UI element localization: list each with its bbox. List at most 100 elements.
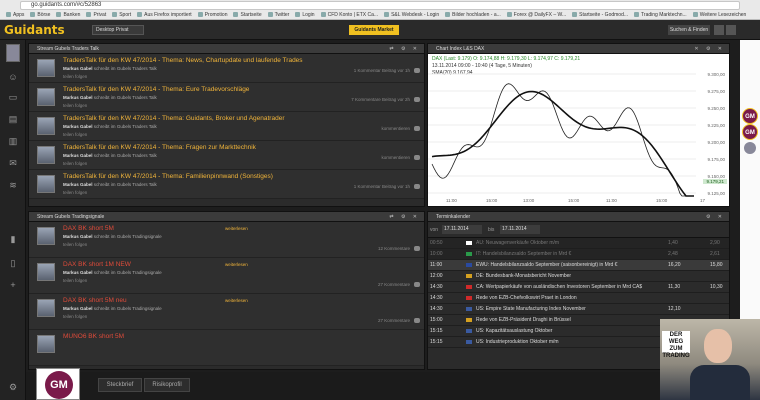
bookmark-item[interactable]: Forex @ DailyFX – W... [507, 11, 566, 20]
post-stream[interactable]: Gubels Traders Talk [117, 124, 157, 129]
panel-controls-icon[interactable]: ✕ ⚙ ✕ [694, 44, 725, 54]
avatar[interactable] [37, 146, 55, 164]
post-author[interactable]: Markus Gabel [63, 66, 93, 71]
table-row[interactable]: 11:00 EWU: Handelsbilanzsaldo September (… [428, 260, 729, 271]
add-icon[interactable]: + [6, 280, 20, 290]
post-title[interactable]: TradersTalk für den KW 47/2014 - Thema: … [63, 86, 249, 93]
event-name[interactable]: US: Industrieproduktion Oktober m/m [476, 337, 559, 348]
post-actions[interactable]: teilen folgen [63, 103, 87, 108]
post-author[interactable]: Markus Gabel [63, 153, 93, 158]
comment-icon[interactable] [414, 246, 420, 251]
comment-icon[interactable] [414, 184, 420, 189]
post-actions[interactable]: teilen folgen [63, 242, 87, 247]
table-row[interactable]: 12:00 DE: Bundesbank-Monatsbericht Novemb… [428, 271, 729, 282]
document-icon[interactable]: ▤ [6, 114, 20, 124]
post-title[interactable]: TradersTalk für den KW 47/2014 - Thema: … [63, 57, 303, 64]
guidants-market-button[interactable]: Guidants Market [349, 25, 399, 35]
event-name[interactable]: IT: Handelsbilanzsaldo September in Mrd … [476, 249, 571, 260]
avatar[interactable] [37, 335, 55, 353]
post-stream[interactable]: Gubels Traders Talk [117, 182, 157, 187]
bookmark-item[interactable]: Twitter [268, 11, 290, 20]
post-stream[interactable]: Gubels Tradingsignale [117, 234, 162, 239]
event-name[interactable]: US: Empire State Manufacturing Index Nov… [476, 304, 586, 315]
signal-title[interactable]: DAX BK short 1M NEW [63, 261, 131, 268]
user-avatar[interactable] [6, 44, 20, 62]
to-date-input[interactable]: 17.11.2014 [500, 225, 540, 234]
monitor-icon[interactable]: ▭ [6, 92, 20, 102]
comment-icon[interactable] [414, 126, 420, 131]
post-stats[interactable]: 12 Kommentare [378, 246, 410, 251]
event-name[interactable]: EWU: Handelsbilanzsaldo September (saiso… [476, 260, 617, 271]
avatar[interactable] [37, 263, 55, 281]
signal-icon[interactable]: ≋ [6, 180, 20, 190]
event-name[interactable]: DE: Bundesbank-Monatsbericht November [476, 271, 571, 282]
post-author[interactable]: Markus Gabel [63, 124, 93, 129]
post-actions[interactable]: teilen folgen [63, 74, 87, 79]
signal-title[interactable]: DAX BK short 5M [63, 225, 114, 232]
people-icon[interactable]: ☺ [6, 72, 20, 82]
list-item[interactable]: TradersTalk für den KW 47/2014 - Thema: … [29, 170, 424, 199]
guidants-logo[interactable]: Guidants [4, 23, 65, 37]
settings-icon[interactable] [726, 25, 736, 35]
avatar[interactable] [37, 175, 55, 193]
post-author[interactable]: Markus Gabel [63, 95, 93, 100]
list-item[interactable]: TradersTalk für den KW 47/2014 - Thema: … [29, 54, 424, 83]
bookmark-item[interactable]: Weitere Lesezeichen [693, 11, 747, 20]
avatar[interactable] [37, 117, 55, 135]
bookmark-item[interactable]: Login [295, 11, 314, 20]
post-actions[interactable]: teilen folgen [63, 314, 87, 319]
comment-icon[interactable] [414, 97, 420, 102]
bookmark-item[interactable]: Startseite [233, 11, 261, 20]
post-stats[interactable]: 27 Kommentare [378, 318, 410, 323]
signal-title[interactable]: DAX BK short 5M neu [63, 297, 127, 304]
post-title[interactable]: TradersTalk für den KW 47/2014 - Thema: … [63, 115, 284, 122]
panel-controls-icon[interactable]: ⇄ ⚙ ✕ [389, 44, 420, 54]
gm-badge-icon[interactable]: GM [742, 108, 758, 124]
avatar[interactable] [37, 299, 55, 317]
bookmark-icon[interactable]: ▮ [6, 234, 20, 244]
comment-icon[interactable] [414, 155, 420, 160]
table-row[interactable]: 14:30 Rede von EZB-Chefvolkswirt Praet in… [428, 293, 729, 304]
list-item[interactable]: DAX BK short 1M NEW weiterlesen Markus Gab… [29, 258, 424, 294]
bookmark-outline-icon[interactable]: ▯ [6, 258, 20, 268]
bookmark-item[interactable]: Banken [56, 11, 80, 20]
comment-icon[interactable] [414, 282, 420, 287]
event-name[interactable]: US: Kapazitätsauslastung Oktober [476, 326, 552, 337]
post-stats[interactable]: 1 Kommentar Beitrag vor 1h [354, 184, 410, 189]
event-name[interactable]: Rede von EZB-Chefvolkswirt Praet in Lond… [476, 293, 577, 304]
bookmark-item[interactable]: CFD Konto | ETX Ca... [321, 11, 378, 20]
bookmark-item[interactable]: Promotion [198, 11, 228, 20]
avatar[interactable] [744, 142, 756, 154]
bookmark-item[interactable]: Privat [86, 11, 106, 20]
read-more-link[interactable]: weiterlesen [225, 226, 248, 231]
comment-icon[interactable] [414, 318, 420, 323]
list-item[interactable]: MUNO6 BK short 5M [29, 330, 424, 366]
bookmark-item[interactable]: Sport [112, 11, 131, 20]
bookmark-item[interactable]: Aus Firefox importiert [137, 11, 192, 20]
from-date-input[interactable]: 17.11.2014 [442, 225, 482, 234]
panel-controls-icon[interactable]: ⚙ ✕ [706, 212, 725, 222]
gm-badge-icon[interactable]: GM [742, 124, 758, 140]
signal-title[interactable]: MUNO6 BK short 5M [63, 333, 124, 340]
post-title[interactable]: TradersTalk für den KW 47/2014 - Thema: … [63, 144, 256, 151]
post-author[interactable]: Markus Gabel [63, 234, 93, 239]
chart-canvas[interactable]: DAX (Last: 9.179) O: 9.174,88 H: 9.179,3… [428, 54, 729, 206]
event-name[interactable]: AU: Neuwagenverkäufe Oktober m/m [476, 238, 559, 249]
chart-icon[interactable]: ▥ [6, 136, 20, 146]
table-row[interactable]: 00:50 AU: Neuwagenverkäufe Oktober m/m 1,4… [428, 238, 729, 249]
post-actions[interactable]: teilen folgen [63, 132, 87, 137]
post-author[interactable]: Markus Gabel [63, 270, 93, 275]
bookmark-item[interactable]: Trading Marktechn... [634, 11, 687, 20]
read-more-link[interactable]: weiterlesen [225, 262, 248, 267]
post-actions[interactable]: teilen folgen [63, 161, 87, 166]
table-row[interactable]: 14:30 CA: Wertpapierkäufe von ausländisch… [428, 282, 729, 293]
post-actions[interactable]: teilen folgen [63, 278, 87, 283]
event-name[interactable]: Rede von EZB-Präsident Draghi in Brüssel [476, 315, 571, 326]
comment-icon[interactable] [414, 68, 420, 73]
post-stream[interactable]: Gubels Tradingsignale [117, 306, 162, 311]
table-row[interactable]: 10:00 IT: Handelsbilanzsaldo September in… [428, 249, 729, 260]
gear-icon[interactable]: ⚙ [6, 382, 20, 392]
address-bar[interactable]: go.guidants.com/#c/52863 [20, 1, 740, 10]
bookmark-item[interactable]: S&L Webdesk - Login [384, 11, 439, 20]
list-item[interactable]: TradersTalk für den KW 47/2014 - Thema: … [29, 141, 424, 170]
